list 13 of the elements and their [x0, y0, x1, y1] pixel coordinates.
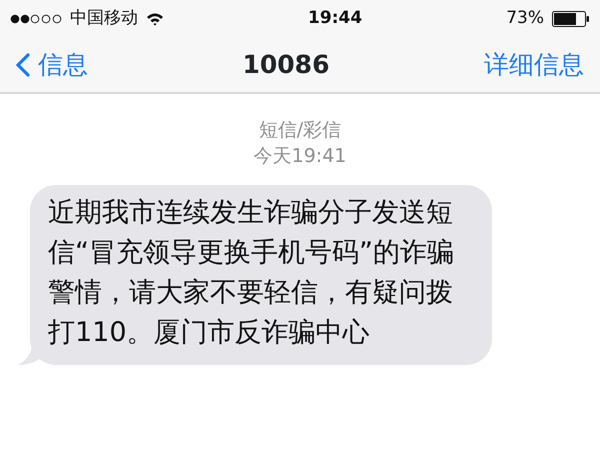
- conversation-title: 10086: [242, 49, 330, 82]
- battery-percent: 73%: [506, 7, 544, 30]
- battery-icon: [552, 11, 590, 27]
- message-bubble: 近期我市连续发生诈骗分子发送短信“冒充领导更换手机号码”的诈骗警情，请大家不要轻信，有疑问拨打110。厦门市反诈骗中心: [30, 185, 492, 366]
- carrier-name: 中国移动: [70, 7, 138, 30]
- details-button[interactable]: 详细信息: [484, 46, 584, 84]
- back-button[interactable]: 信息: [16, 46, 88, 84]
- message-timestamp: 今天19:41: [254, 144, 346, 169]
- message-type-label: 短信/彩信: [258, 118, 342, 143]
- wifi-icon: [146, 12, 164, 26]
- back-chevron-icon: [16, 53, 30, 77]
- signal-icon: [10, 14, 62, 24]
- status-time: 19:44: [308, 7, 362, 30]
